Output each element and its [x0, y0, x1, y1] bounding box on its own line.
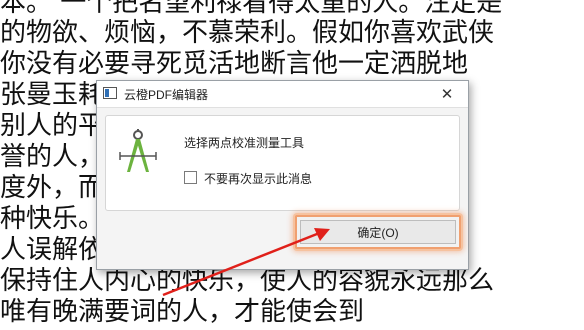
dont-show-again-checkbox[interactable]	[184, 171, 197, 184]
dialog-content: 选择两点校准测量工具 不要再次显示此消息	[105, 115, 460, 211]
document-line: 你没有必要寻死觅活地断言他一定洒脱地	[0, 49, 469, 79]
compass-measure-icon	[119, 129, 157, 172]
dont-show-again-label[interactable]: 不要再次显示此消息	[204, 170, 312, 187]
close-button[interactable]: ✕	[434, 84, 460, 104]
document-line: 的物欲、烦恼，不慕荣利。假如你喜欢武侠	[0, 18, 495, 48]
ok-button-label[interactable]: 确定(O)	[300, 220, 456, 244]
document-line: 本。 一个把名望利禄看得太重的人。注定是	[0, 0, 503, 18]
document-line: 保持住人内心的快乐，使人的容貌永远那么	[0, 266, 495, 296]
document-line: 唯有晚满要词的人，才能使会到	[0, 297, 365, 327]
dialog-message: 选择两点校准测量工具	[184, 136, 305, 150]
dialog-title: 云橙PDF编辑器	[124, 88, 209, 102]
app-window-icon	[103, 87, 117, 99]
calibration-dialog: 云橙PDF编辑器 ✕ 选择两点校准测量工具 不要再次显示此消息 确定(O)	[96, 80, 469, 270]
dialog-titlebar[interactable]: 云橙PDF编辑器 ✕	[97, 81, 468, 108]
ok-button[interactable]: 确定(O)	[295, 215, 461, 249]
